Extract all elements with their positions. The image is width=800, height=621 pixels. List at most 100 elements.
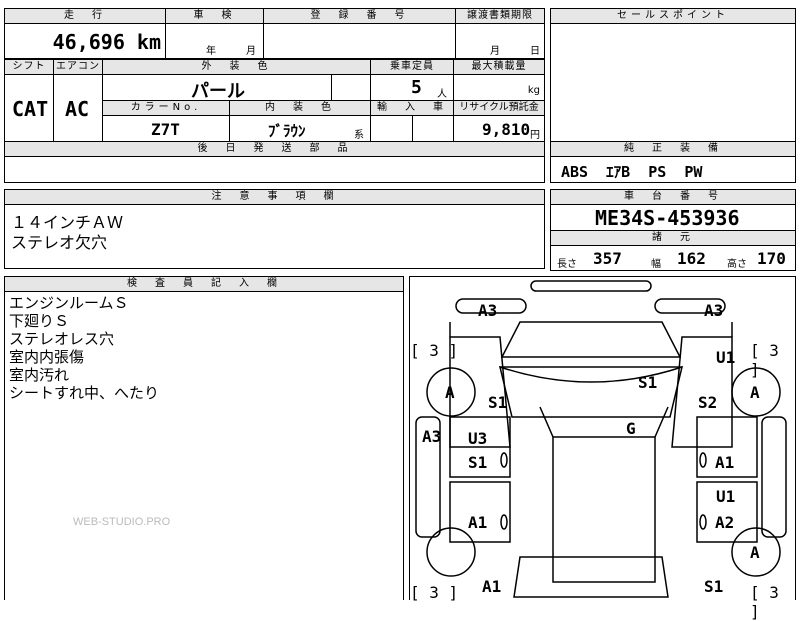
shift-cell: CAT [4,74,54,142]
capacity-unit: 人 [437,89,447,100]
right-skirt [761,416,787,538]
inspector-header: 検 査 員 記 入 欄 [4,276,404,292]
inspector-line: 室内内張傷 [9,348,85,366]
chassis-cell: ME34S-453936 [550,204,796,231]
interior-value: ﾌﾞﾗｳﾝ [268,122,306,140]
import-header: 輸 入 車 [370,100,454,116]
inspector-line: シートすれ中、へたり [9,384,160,402]
left-rear-door [449,481,511,543]
recycle-unit: 円 [530,130,540,141]
mileage-cell: 46,696 km [4,23,166,59]
interior-suffix: 系 [354,130,364,141]
mark-tire-front-left: A [445,383,455,402]
shift-value: CAT [12,97,49,121]
mark-tire-front-right: A [750,383,760,402]
ac-header: エアコン [53,59,103,75]
chassis-header: 車 台 番 号 [550,189,796,205]
delivery-parts-header: 後 日 発 送 部 品 [4,141,545,157]
genuine-value: ABS ｴｱB PS PW [561,163,703,181]
genuine-cell: ABS ｴｱB PS PW [550,156,796,183]
handle-lf [500,452,508,468]
inspection-year-label: 年 [206,46,216,57]
handle-rr [699,514,707,530]
transfer-day-label: 日 [530,46,540,57]
capacity-cell: 5 人 [370,74,454,101]
exterior-header: 外 装 色 [102,59,371,75]
mark-a1-right-door: A1 [715,453,735,472]
mark-s1-front-left: S1 [488,393,508,412]
inspector-line: 下廻りＳ [9,312,70,330]
hood [500,321,682,358]
mark-a1-back-left: A1 [482,577,502,596]
inspection-cell: 年 月 [165,23,264,59]
capacity-header: 乗車定員 [370,59,454,75]
color-no-value: Z7T [151,120,180,139]
mark-a2-rear-right: A2 [715,513,735,532]
registration-cell [263,23,456,59]
width-label: 幅 [651,259,661,270]
mark-bracket-bottom-left: [ 3 ] [410,583,459,602]
mark-a3-front-left: A3 [478,301,498,320]
roof [552,436,656,583]
notes-header: 注 意 事 項 欄 [4,189,545,205]
inspection-header: 車 検 [165,8,264,24]
maxload-cell: kg [453,74,545,101]
height-label: 高さ [727,259,747,270]
exterior-extra-cell [331,74,371,101]
mark-tire-rear-right: A [750,543,760,562]
maxload-unit: kg [527,85,540,96]
mileage-header: 走 行 [4,8,166,24]
mark-s1-left-door: S1 [468,453,488,472]
width-value: 162 [677,249,706,268]
shift-header: シフト [4,59,54,75]
delivery-parts-cell [4,156,545,183]
length-value: 357 [593,249,622,268]
mark-s1-back-right: S1 [704,577,724,596]
front-bumper [530,280,652,292]
mark-a1-left-rear: A1 [468,513,488,532]
mark-u3-left: U3 [468,429,488,448]
transfer-cell: 月 日 [455,23,545,59]
inspection-month-label: 月 [246,46,256,57]
frame-lines [449,322,733,337]
handle-lr [500,514,508,530]
recycle-value: 9,810 [482,120,531,139]
maxload-header: 最大積載量 [453,59,545,75]
length-label: 長さ [557,259,577,270]
inspector-cell: エンジンルームＳ 下廻りＳ ステレオレス穴 室内内張傷 室内汚れ シートすれ中、… [4,291,404,600]
dimensions-cell: 長さ 357 幅 162 高さ 170 [550,245,796,271]
handle-rf [699,452,707,468]
sales-point-header: セールスポイント [550,8,796,24]
notes-line-2: ステレオ欠穴 [11,233,108,252]
mark-u1-rear-right: U1 [716,487,736,506]
rear-hatch [513,556,669,598]
notes-cell: １４インチＡＷ ステレオ欠穴 [4,204,545,269]
color-no-cell: Z7T [102,115,230,142]
ac-cell: AC [53,74,103,142]
sales-point-cell [550,23,796,142]
exterior-cell: パール [102,74,332,102]
mark-bracket-right: [ 3 ] [750,341,779,379]
recycle-header: リサイクル預託金 [453,100,545,116]
height-value: 170 [757,249,786,268]
inspector-line: 室内汚れ [9,366,70,384]
color-no-header: カラーNo. [102,100,230,116]
roof-pillars [539,406,669,438]
import-cell-a [370,115,413,142]
mark-a3-left: A3 [422,427,442,446]
inspector-line: エンジンルームＳ [9,294,129,312]
watermark: WEB-STUDIO.PRO [73,516,171,528]
ac-value: AC [65,97,90,121]
mark-bracket-left: [ 3 ] [410,341,459,360]
mark-s2-front-right: S2 [698,393,718,412]
car-diagram: A3 A3 [ 3 ] [ 3 ] A A A U1 S1 S1 S2 A3 U… [409,276,796,621]
inspector-lines: エンジンルームＳ 下廻りＳ ステレオレス穴 室内内張傷 室内汚れ シートすれ中、… [9,294,159,402]
genuine-header: 純 正 装 備 [550,141,796,157]
inspector-line: ステレオレス穴 [9,330,115,348]
transfer-header: 譲渡書類期限 [455,8,545,24]
import-cell-b [412,115,454,142]
mark-u1-front-right: U1 [716,348,736,367]
mark-g-roof: G [626,419,636,438]
mark-bracket-bottom-right: [ 3 ] [750,583,779,621]
dimensions-header: 諸 元 [550,230,796,246]
